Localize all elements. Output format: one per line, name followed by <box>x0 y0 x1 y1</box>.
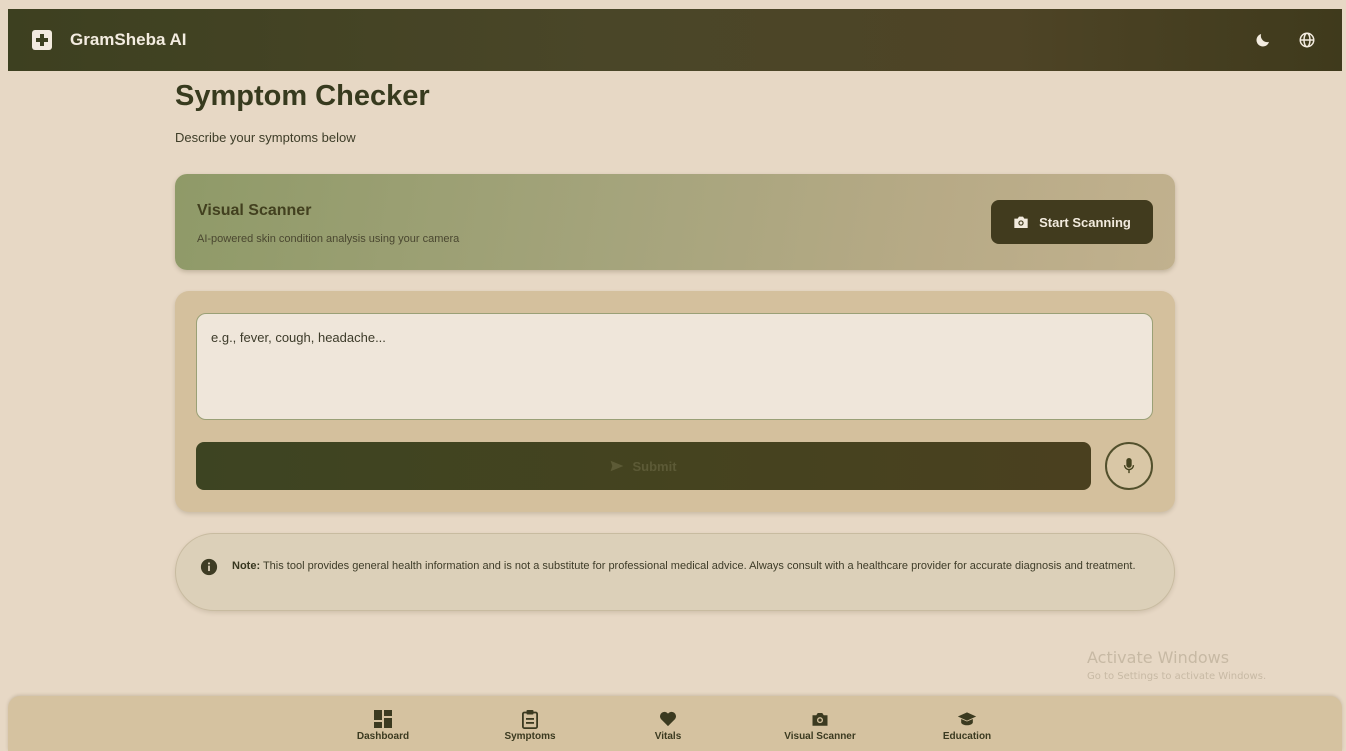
symptoms-input[interactable] <box>196 313 1153 420</box>
nav-label-symptoms: Symptoms <box>504 731 556 742</box>
top-bar: GramSheba AI <box>8 9 1342 71</box>
start-scanning-button[interactable]: Start Scanning <box>991 200 1153 244</box>
dashboard-icon <box>374 710 392 728</box>
voice-input-button[interactable] <box>1105 442 1153 490</box>
language-button[interactable] <box>1296 29 1318 51</box>
medical-cross-icon <box>32 30 52 50</box>
scanner-title: Visual Scanner <box>197 202 312 219</box>
nav-item-education[interactable]: Education <box>917 710 1017 742</box>
graduation-cap-icon <box>957 712 977 726</box>
theme-toggle-button[interactable] <box>1252 29 1274 51</box>
note-body: This tool provides general health inform… <box>260 560 1136 572</box>
nav-label-education: Education <box>942 731 992 742</box>
note-label: Note: <box>232 560 261 572</box>
watermark-subtitle: Go to Settings to activate Windows. <box>1087 671 1267 682</box>
nav-label-visual-scanner: Visual Scanner <box>784 731 856 742</box>
start-scanning-label: Start Scanning <box>1039 214 1131 230</box>
camera-icon <box>812 713 828 726</box>
bottom-navigation: Dashboard Symptoms Vitals Visual Scanner… <box>8 696 1342 751</box>
page-subtitle: Describe your symptoms below <box>175 130 356 145</box>
activate-windows-watermark: Activate Windows Go to Settings to activ… <box>1087 648 1266 682</box>
nav-label-vitals: Vitals <box>654 731 682 742</box>
nav-label-dashboard: Dashboard <box>356 731 410 742</box>
globe-icon <box>1299 32 1315 48</box>
symptom-input-card: Submit <box>175 291 1175 512</box>
microphone-icon <box>1123 458 1135 474</box>
page-title: Symptom Checker <box>175 80 430 112</box>
moon-icon <box>1256 34 1269 47</box>
top-actions <box>1252 29 1318 51</box>
send-icon <box>611 460 624 472</box>
info-icon <box>200 558 218 576</box>
disclaimer-note: Note: This tool provides general health … <box>175 533 1175 611</box>
scanner-description: AI-powered skin condition analysis using… <box>197 233 460 245</box>
clipboard-icon <box>522 709 538 729</box>
visual-scanner-card: Visual Scanner AI-powered skin condition… <box>175 174 1175 270</box>
app-title: GramSheba AI <box>70 30 187 49</box>
nav-item-vitals[interactable]: Vitals <box>618 710 718 742</box>
heart-icon <box>660 711 676 727</box>
nav-item-symptoms[interactable]: Symptoms <box>480 709 580 742</box>
submit-button[interactable]: Submit <box>196 442 1091 490</box>
watermark-title: Activate Windows <box>1087 648 1230 667</box>
submit-label: Submit <box>632 458 677 474</box>
nav-item-visual-scanner[interactable]: Visual Scanner <box>770 710 870 742</box>
camera-icon <box>1014 216 1028 228</box>
note-text: Note: This tool provides general health … <box>232 558 1152 574</box>
nav-item-dashboard[interactable]: Dashboard <box>333 710 433 742</box>
